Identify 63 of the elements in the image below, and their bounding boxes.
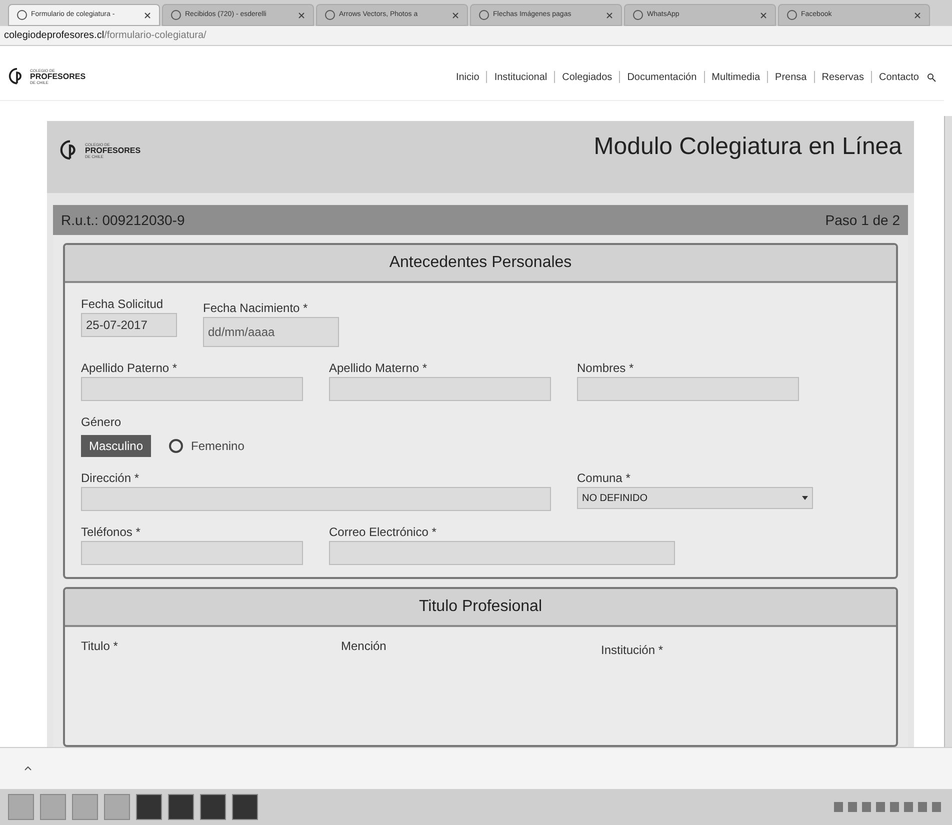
- field-label: Teléfonos *: [81, 524, 142, 541]
- select-field[interactable]: NO DEFINIDO: [577, 487, 813, 509]
- input-field[interactable]: 25-07-2017: [81, 313, 177, 337]
- chevron-up-icon[interactable]: [24, 766, 32, 771]
- input-field[interactable]: [577, 377, 799, 401]
- input-field[interactable]: dd/mm/aaaa: [203, 317, 339, 347]
- favicon-icon: [171, 10, 181, 20]
- nav-link[interactable]: Contacto: [878, 70, 919, 84]
- input-field[interactable]: [329, 541, 675, 565]
- field-label: Apellido Materno *: [329, 360, 428, 377]
- input-field[interactable]: [81, 377, 303, 401]
- url-path: /formulario-colegiatura/: [104, 29, 206, 43]
- close-icon[interactable]: [914, 12, 921, 18]
- scrollbar[interactable]: [944, 116, 952, 747]
- taskbar-app-icon[interactable]: [232, 794, 258, 820]
- caret-icon: [802, 496, 808, 500]
- field-label: Fecha Nacimiento *: [203, 300, 309, 317]
- close-icon[interactable]: [144, 12, 151, 18]
- input-field[interactable]: [81, 487, 551, 511]
- url-host: colegiodeprofesores.cl: [4, 29, 104, 43]
- field-label: Género: [81, 414, 122, 431]
- taskbar-app-icon[interactable]: [168, 794, 194, 820]
- favicon-icon: [787, 10, 797, 20]
- close-icon[interactable]: [298, 12, 305, 18]
- close-icon[interactable]: [452, 12, 459, 18]
- field-label: Correo Electrónico *: [329, 524, 438, 541]
- field-label: Dirección *: [81, 470, 140, 487]
- gender-option[interactable]: Masculino: [81, 435, 152, 457]
- favicon-icon: [479, 10, 489, 20]
- nav-link[interactable]: Institucional: [494, 70, 548, 84]
- logo-text: PROFESORES: [85, 147, 141, 155]
- favicon-icon: [633, 10, 643, 20]
- close-icon[interactable]: [760, 12, 767, 18]
- radio-label: Femenino: [191, 438, 244, 455]
- field-label: Fecha Solicitud: [81, 296, 164, 313]
- step-text: Paso 1 de 2: [825, 210, 900, 230]
- field-label: Nombres *: [577, 360, 635, 377]
- input-field[interactable]: [81, 541, 303, 565]
- section-heading: Titulo Profesional: [65, 589, 896, 627]
- taskbar-app-icon[interactable]: [200, 794, 226, 820]
- field-label: Mención: [341, 638, 388, 655]
- address-bar[interactable]: colegiodeprofesores.cl/formulario-colegiatura/: [0, 26, 952, 46]
- logo-text: PROFESORES: [30, 73, 86, 81]
- radio-button[interactable]: [169, 439, 184, 453]
- module-title: Modulo Colegiatura en Línea: [594, 132, 902, 162]
- taskbar-app-icon[interactable]: [136, 794, 162, 820]
- rut-text: R.u.t.: 009212030-9: [61, 210, 185, 230]
- search-icon[interactable]: [927, 72, 936, 82]
- section-heading: Antecedentes Personales: [65, 245, 896, 283]
- nav-link[interactable]: Multimedia: [712, 70, 760, 84]
- field-label: Apellido Paterno *: [81, 360, 178, 377]
- field-label: Institución *: [601, 642, 664, 659]
- nav-link[interactable]: Documentación: [627, 70, 697, 84]
- input-field[interactable]: [329, 377, 551, 401]
- nav-link[interactable]: Prensa: [775, 70, 807, 84]
- nav-link[interactable]: Reservas: [822, 70, 864, 84]
- favicon-icon: [17, 10, 27, 20]
- close-icon[interactable]: [606, 12, 613, 18]
- nav-link[interactable]: Colegiados: [562, 70, 612, 84]
- nav-link[interactable]: Inicio: [456, 70, 480, 84]
- field-label: Comuna *: [577, 470, 632, 487]
- favicon-icon: [325, 10, 335, 20]
- field-label: Titulo *: [81, 638, 119, 655]
